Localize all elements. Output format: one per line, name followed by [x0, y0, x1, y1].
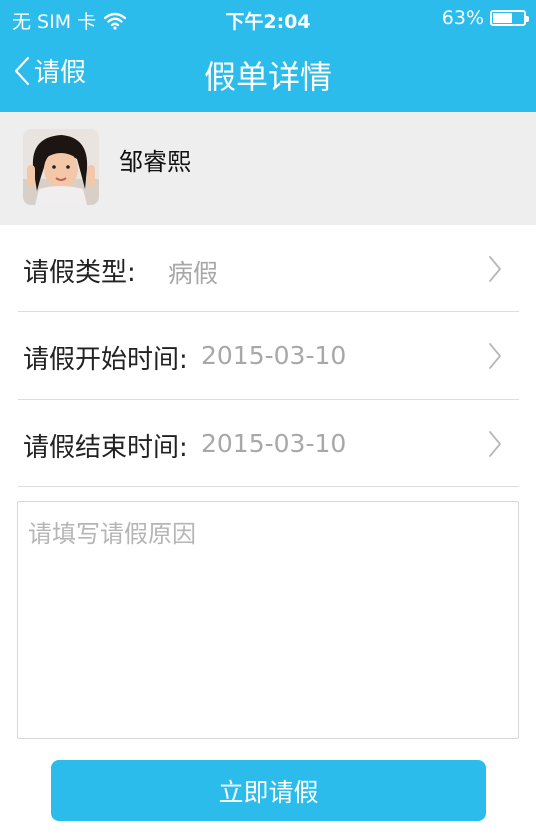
page-title: 假单详情 [203, 58, 332, 96]
reason-input[interactable] [17, 501, 519, 739]
divider [18, 486, 519, 487]
chevron-right-icon [489, 256, 501, 282]
end-time-row[interactable]: 请假结束时间: 2015-03-10 [0, 400, 536, 487]
battery-cap [526, 16, 529, 22]
user-info: 邹睿熙 [0, 112, 536, 225]
start-time-label: 请假开始时间: [23, 345, 188, 375]
leave-type-row[interactable]: 请假类型: 病假 [0, 225, 536, 312]
navigation-bar: 请假 假单详情 [0, 38, 536, 112]
status-bar: 无 SIM 卡 下午2:04 63% [0, 0, 536, 38]
start-time-value: 2015-03-10 [201, 341, 347, 370]
status-right: 63% [441, 7, 529, 29]
leave-type-label: 请假类型: [23, 258, 136, 288]
chevron-right-icon [489, 343, 501, 369]
battery-icon [490, 10, 529, 26]
end-time-label: 请假结束时间: [23, 433, 188, 463]
avatar [23, 129, 99, 205]
battery-level [493, 13, 512, 23]
start-time-row[interactable]: 请假开始时间: 2015-03-10 [0, 312, 536, 399]
leave-type-value: 病假 [168, 259, 219, 288]
submit-leave-button[interactable]: 立即请假 [51, 760, 486, 821]
header: 无 SIM 卡 下午2:04 63% 请假 假单详情 [0, 0, 536, 112]
avatar-photo [23, 129, 99, 205]
chevron-right-icon [489, 431, 501, 457]
user-name: 邹睿熙 [119, 148, 191, 176]
end-time-value: 2015-03-10 [201, 429, 347, 458]
battery-percent: 63% [441, 7, 484, 29]
